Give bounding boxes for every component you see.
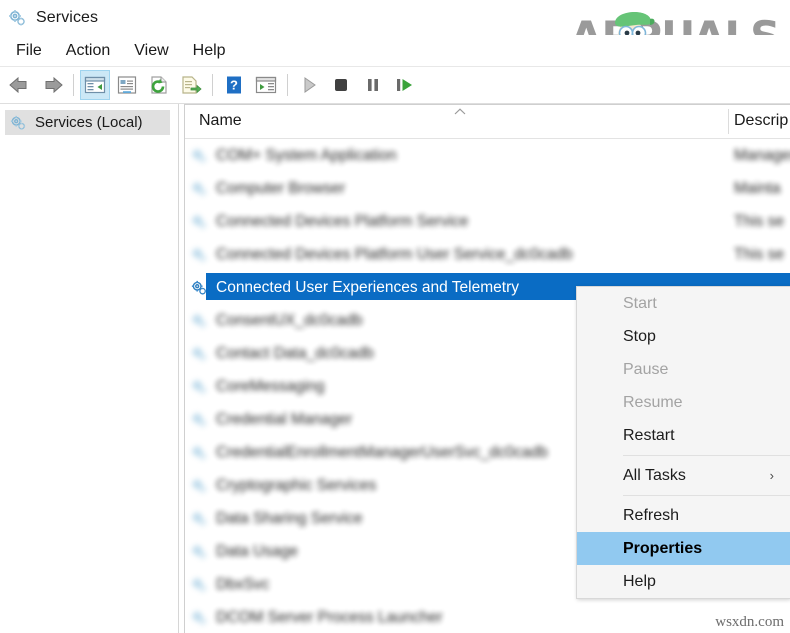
context-menu-item-label: Pause [623, 360, 669, 378]
context-menu-separator [623, 495, 790, 496]
service-gear-icon [191, 346, 206, 361]
service-description: Manages [734, 146, 790, 164]
context-menu-item-label: Resume [623, 393, 683, 411]
table-row[interactable]: Computer Browser Mainta [185, 172, 790, 205]
context-menu-item-help[interactable]: Help [577, 565, 790, 598]
menu-file[interactable]: File [6, 40, 52, 62]
service-name: DCOM Server Process Launcher [216, 608, 443, 626]
services-gear-icon [10, 115, 26, 130]
window-title: Services [36, 8, 99, 26]
service-description: Mainta [734, 179, 781, 197]
toolbar-separator [73, 74, 74, 96]
sort-ascending-icon [454, 108, 466, 115]
table-row[interactable]: Connected Devices Platform User Service_… [185, 238, 790, 271]
service-gear-icon [191, 181, 206, 196]
context-menu-item-label: Start [623, 294, 657, 312]
service-name: Connected User Experiences and Telemetry [216, 278, 519, 296]
service-gear-icon [191, 544, 206, 559]
service-gear-icon [191, 280, 206, 295]
service-name: COM+ System Application [216, 146, 397, 164]
chevron-right-icon: › [769, 468, 774, 483]
service-name: Contact Data_dc0cadb [216, 344, 374, 362]
menu-action[interactable]: Action [56, 40, 120, 62]
service-description: This se [734, 245, 784, 263]
restart-service-icon[interactable] [390, 70, 420, 100]
context-menu-item-resume: Resume [577, 386, 790, 419]
list-header: Name Descrip [185, 105, 790, 139]
context-menu-item-stop[interactable]: Stop [577, 320, 790, 353]
stop-service-icon[interactable] [326, 70, 356, 100]
table-row[interactable]: Connected Devices Platform Service This s… [185, 205, 790, 238]
column-header-name[interactable]: Name [199, 112, 242, 130]
services-gear-icon [9, 9, 25, 25]
tree-node-label: Services (Local) [35, 114, 143, 131]
column-header-description[interactable]: Descrip [734, 112, 788, 130]
table-row[interactable]: COM+ System Application Manages [185, 139, 790, 172]
service-gear-icon [191, 445, 206, 460]
svg-text:?: ? [230, 78, 238, 93]
toolbar-separator [212, 74, 213, 96]
context-menu-item-label: Properties [623, 539, 703, 557]
service-gear-icon [191, 148, 206, 163]
context-menu-separator [623, 455, 790, 456]
table-row[interactable]: DCOM Server Process Launcher [185, 601, 790, 633]
service-name: Cryptographic Services [216, 476, 377, 494]
context-menu-item-label: Restart [623, 426, 675, 444]
menu-help[interactable]: Help [183, 40, 236, 62]
refresh-icon[interactable] [144, 70, 174, 100]
help-icon[interactable]: ? [219, 70, 249, 100]
service-name: Connected Devices Platform User Service_… [216, 245, 573, 263]
service-gear-icon [191, 214, 206, 229]
show-action-pane-icon[interactable] [251, 70, 281, 100]
context-menu: Start Stop Pause Resume Restart All Tasks › Ref… [576, 286, 790, 599]
context-menu-items: Start Stop Pause Resume Restart All Tasks › Ref… [577, 287, 790, 598]
console-tree-pane: Services (Local) [0, 104, 179, 633]
context-menu-item-pause: Pause [577, 353, 790, 386]
forward-arrow-icon[interactable] [37, 70, 67, 100]
context-menu-item-start: Start [577, 287, 790, 320]
start-service-icon[interactable] [294, 70, 324, 100]
show-hide-console-tree-icon[interactable] [80, 70, 110, 100]
context-menu-item-all-tasks[interactable]: All Tasks › [577, 459, 790, 492]
service-name: Computer Browser [216, 179, 346, 197]
pause-service-icon[interactable] [358, 70, 388, 100]
context-menu-item-label: All Tasks [623, 466, 686, 484]
properties-icon[interactable] [112, 70, 142, 100]
context-menu-item-label: Stop [623, 327, 656, 345]
export-list-icon[interactable] [176, 70, 206, 100]
service-gear-icon [191, 412, 206, 427]
service-gear-icon [191, 313, 206, 328]
back-arrow-icon[interactable] [5, 70, 35, 100]
service-name: Connected Devices Platform Service [216, 212, 469, 230]
context-menu-item-label: Help [623, 572, 656, 590]
toolbar-separator [287, 74, 288, 96]
tree-node-services-local[interactable]: Services (Local) [5, 110, 170, 135]
context-menu-item-restart[interactable]: Restart [577, 419, 790, 452]
service-name: CoreMessaging [216, 377, 325, 395]
title-bar: Services [0, 0, 790, 35]
service-gear-icon [191, 511, 206, 526]
context-menu-item-properties[interactable]: Properties [577, 532, 790, 565]
column-divider[interactable] [728, 109, 729, 134]
service-gear-icon [191, 610, 206, 625]
site-watermark: wsxdn.com [715, 614, 784, 630]
context-menu-item-label: Refresh [623, 506, 680, 524]
toolbar: ? [0, 67, 790, 104]
service-name: Data Usage [216, 542, 298, 560]
service-description: This se [734, 212, 784, 230]
service-gear-icon [191, 478, 206, 493]
service-name: Credential Manager [216, 410, 353, 428]
service-name: ConsentUX_dc0cadb [216, 311, 363, 329]
services-window: Services APPUALS File Action View Help [0, 0, 790, 633]
service-name: CredentialEnrollmentManagerUserSvc_dc0ca… [216, 443, 548, 461]
context-menu-item-refresh[interactable]: Refresh [577, 499, 790, 532]
service-name: Data Sharing Service [216, 509, 363, 527]
service-gear-icon [191, 577, 206, 592]
menu-bar: File Action View Help [0, 35, 790, 67]
service-gear-icon [191, 247, 206, 262]
menu-view[interactable]: View [124, 40, 178, 62]
service-gear-icon [191, 379, 206, 394]
service-name: DbxSvc [216, 575, 270, 593]
